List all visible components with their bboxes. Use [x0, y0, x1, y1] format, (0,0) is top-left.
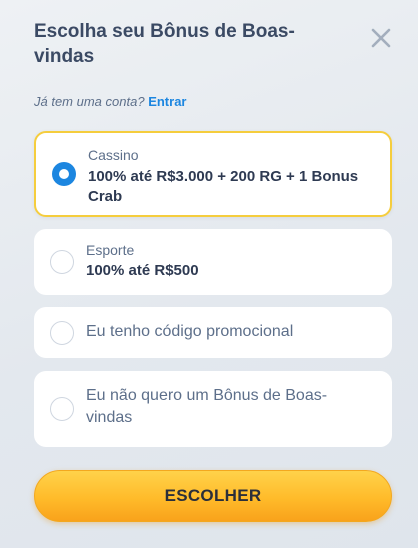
login-prompt: Já tem uma conta? Entrar — [34, 94, 186, 109]
radio-no-bonus[interactable] — [50, 397, 74, 421]
radio-promo-code[interactable] — [50, 321, 74, 345]
option-cassino[interactable]: Cassino 100% até R$3.000 + 200 RG + 1 Bo… — [34, 131, 392, 217]
radio-cassino[interactable] — [52, 162, 76, 186]
option-cassino-category: Cassino — [88, 147, 139, 163]
radio-esporte[interactable] — [50, 250, 74, 274]
option-promo-code[interactable]: Eu tenho código promocional — [34, 307, 392, 358]
option-no-bonus-label: Eu não quero um Bônus de Boas-vindas — [86, 387, 328, 426]
close-button[interactable] — [366, 23, 396, 53]
modal-title: Escolha seu Bônus de Boas-vindas — [34, 21, 295, 67]
login-link[interactable]: Entrar — [148, 94, 186, 109]
option-esporte[interactable]: Esporte 100% até R$500 — [34, 229, 392, 295]
bonus-modal: Escolha seu Bônus de Boas-vindas Já tem … — [0, 0, 418, 548]
option-cassino-label: 100% até R$3.000 + 200 RG + 1 Bonus Crab — [88, 168, 359, 205]
option-esporte-label: 100% até R$500 — [86, 262, 199, 279]
option-promo-code-label: Eu tenho código promocional — [86, 323, 294, 340]
option-no-bonus[interactable]: Eu não quero um Bônus de Boas-vindas — [34, 371, 392, 447]
login-prompt-text: Já tem uma conta? — [34, 94, 145, 109]
option-esporte-category: Esporte — [86, 242, 135, 258]
choose-button[interactable]: ESCOLHER — [34, 470, 392, 522]
close-icon — [371, 28, 391, 48]
